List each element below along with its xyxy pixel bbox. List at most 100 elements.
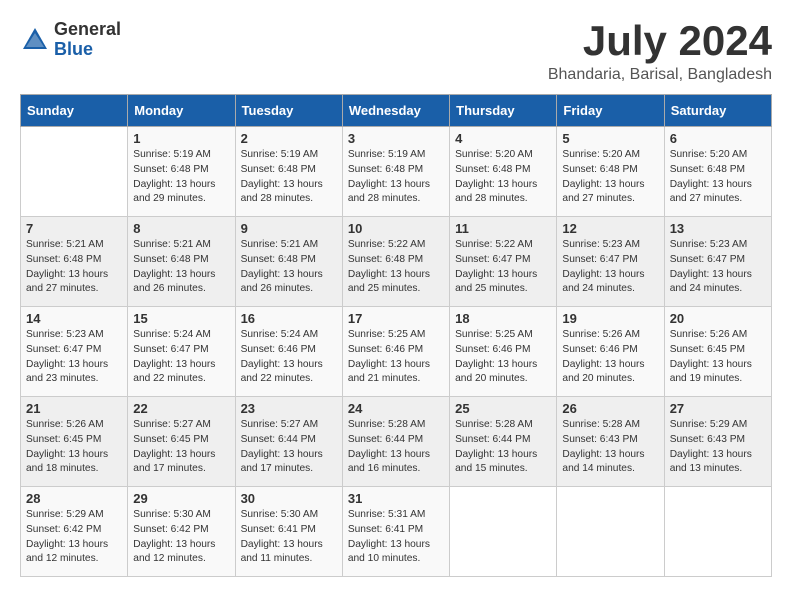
day-number: 2 xyxy=(241,131,337,146)
day-number: 15 xyxy=(133,311,229,326)
day-number: 1 xyxy=(133,131,229,146)
calendar-cell: 25 Sunrise: 5:28 AMSunset: 6:44 PMDayligh… xyxy=(450,397,557,487)
cell-content: Sunrise: 5:25 AMSunset: 6:46 PMDaylight:… xyxy=(455,328,551,387)
cell-content: Sunrise: 5:19 AMSunset: 6:48 PMDaylight:… xyxy=(241,148,337,207)
cell-content: Sunrise: 5:24 AMSunset: 6:47 PMDaylight:… xyxy=(133,328,229,387)
calendar-cell: 3 Sunrise: 5:19 AMSunset: 6:48 PMDaylight… xyxy=(342,127,449,217)
cell-content: Sunrise: 5:30 AMSunset: 6:41 PMDaylight:… xyxy=(241,508,337,567)
day-number: 31 xyxy=(348,491,444,506)
day-header-friday: Friday xyxy=(557,95,664,127)
cell-content: Sunrise: 5:23 AMSunset: 6:47 PMDaylight:… xyxy=(562,238,658,297)
cell-content: Sunrise: 5:21 AMSunset: 6:48 PMDaylight:… xyxy=(241,238,337,297)
calendar-cell xyxy=(21,127,128,217)
calendar-cell: 31 Sunrise: 5:31 AMSunset: 6:41 PMDayligh… xyxy=(342,487,449,577)
cell-content: Sunrise: 5:20 AMSunset: 6:48 PMDaylight:… xyxy=(562,148,658,207)
calendar-cell: 19Sunrise: 5:26 AMSunset: 6:46 PMDayligh… xyxy=(557,307,664,397)
calendar-week-row: 1 Sunrise: 5:19 AMSunset: 6:48 PMDaylight… xyxy=(21,127,772,217)
day-number: 11 xyxy=(455,221,551,236)
day-number: 22 xyxy=(133,401,229,416)
logo-icon xyxy=(20,25,50,55)
cell-content: Sunrise: 5:31 AMSunset: 6:41 PMDaylight:… xyxy=(348,508,444,567)
calendar-cell: 13Sunrise: 5:23 AMSunset: 6:47 PMDayligh… xyxy=(664,217,771,307)
cell-content: Sunrise: 5:21 AMSunset: 6:48 PMDaylight:… xyxy=(133,238,229,297)
cell-content: Sunrise: 5:19 AMSunset: 6:48 PMDaylight:… xyxy=(348,148,444,207)
calendar-cell: 8 Sunrise: 5:21 AMSunset: 6:48 PMDaylight… xyxy=(128,217,235,307)
calendar-cell: 7 Sunrise: 5:21 AMSunset: 6:48 PMDaylight… xyxy=(21,217,128,307)
day-header-monday: Monday xyxy=(128,95,235,127)
calendar-cell: 4 Sunrise: 5:20 AMSunset: 6:48 PMDaylight… xyxy=(450,127,557,217)
day-header-sunday: Sunday xyxy=(21,95,128,127)
location: Bhandaria, Barisal, Bangladesh xyxy=(548,66,772,84)
calendar-cell: 20 Sunrise: 5:26 AMSunset: 6:45 PMDayligh… xyxy=(664,307,771,397)
calendar-cell: 12 Sunrise: 5:23 AMSunset: 6:47 PMDayligh… xyxy=(557,217,664,307)
day-header-wednesday: Wednesday xyxy=(342,95,449,127)
day-number: 3 xyxy=(348,131,444,146)
calendar-cell: 5 Sunrise: 5:20 AMSunset: 6:48 PMDaylight… xyxy=(557,127,664,217)
calendar-cell: 29Sunrise: 5:30 AMSunset: 6:42 PMDayligh… xyxy=(128,487,235,577)
cell-content: Sunrise: 5:28 AMSunset: 6:43 PMDaylight:… xyxy=(562,418,658,477)
calendar-cell xyxy=(450,487,557,577)
calendar-cell: 1Sunrise: 5:19 AMSunset: 6:48 PMDaylight… xyxy=(128,127,235,217)
day-number: 10 xyxy=(348,221,444,236)
calendar-week-row: 21 Sunrise: 5:26 AMSunset: 6:45 PMDayligh… xyxy=(21,397,772,487)
cell-content: Sunrise: 5:20 AMSunset: 6:48 PMDaylight:… xyxy=(670,148,766,207)
calendar-week-row: 7 Sunrise: 5:21 AMSunset: 6:48 PMDaylight… xyxy=(21,217,772,307)
calendar-header-row: SundayMondayTuesdayWednesdayThursdayFrid… xyxy=(21,95,772,127)
day-number: 13 xyxy=(670,221,766,236)
month-year: July 2024 xyxy=(548,20,772,62)
day-header-thursday: Thursday xyxy=(450,95,557,127)
calendar-cell: 28Sunrise: 5:29 AMSunset: 6:42 PMDayligh… xyxy=(21,487,128,577)
day-number: 27 xyxy=(670,401,766,416)
cell-content: Sunrise: 5:26 AMSunset: 6:45 PMDaylight:… xyxy=(670,328,766,387)
calendar-cell: 11 Sunrise: 5:22 AMSunset: 6:47 PMDayligh… xyxy=(450,217,557,307)
calendar-week-row: 14Sunrise: 5:23 AMSunset: 6:47 PMDayligh… xyxy=(21,307,772,397)
day-number: 19 xyxy=(562,311,658,326)
day-number: 23 xyxy=(241,401,337,416)
cell-content: Sunrise: 5:29 AMSunset: 6:43 PMDaylight:… xyxy=(670,418,766,477)
calendar-cell: 6 Sunrise: 5:20 AMSunset: 6:48 PMDaylight… xyxy=(664,127,771,217)
day-number: 8 xyxy=(133,221,229,236)
cell-content: Sunrise: 5:27 AMSunset: 6:44 PMDaylight:… xyxy=(241,418,337,477)
cell-content: Sunrise: 5:26 AMSunset: 6:45 PMDaylight:… xyxy=(26,418,122,477)
day-number: 21 xyxy=(26,401,122,416)
day-number: 6 xyxy=(670,131,766,146)
day-number: 9 xyxy=(241,221,337,236)
day-header-tuesday: Tuesday xyxy=(235,95,342,127)
day-header-saturday: Saturday xyxy=(664,95,771,127)
cell-content: Sunrise: 5:22 AMSunset: 6:47 PMDaylight:… xyxy=(455,238,551,297)
cell-content: Sunrise: 5:21 AMSunset: 6:48 PMDaylight:… xyxy=(26,238,122,297)
day-number: 12 xyxy=(562,221,658,236)
day-number: 16 xyxy=(241,311,337,326)
cell-content: Sunrise: 5:24 AMSunset: 6:46 PMDaylight:… xyxy=(241,328,337,387)
cell-content: Sunrise: 5:20 AMSunset: 6:48 PMDaylight:… xyxy=(455,148,551,207)
day-number: 18 xyxy=(455,311,551,326)
header: General Blue July 2024 Bhandaria, Barisa… xyxy=(20,20,772,84)
logo-blue-text: Blue xyxy=(54,40,121,60)
day-number: 24 xyxy=(348,401,444,416)
calendar-cell xyxy=(664,487,771,577)
calendar-cell: 14Sunrise: 5:23 AMSunset: 6:47 PMDayligh… xyxy=(21,307,128,397)
calendar-cell: 23 Sunrise: 5:27 AMSunset: 6:44 PMDayligh… xyxy=(235,397,342,487)
day-number: 5 xyxy=(562,131,658,146)
day-number: 7 xyxy=(26,221,122,236)
day-number: 20 xyxy=(670,311,766,326)
calendar-cell: 21 Sunrise: 5:26 AMSunset: 6:45 PMDayligh… xyxy=(21,397,128,487)
calendar-cell: 9 Sunrise: 5:21 AMSunset: 6:48 PMDaylight… xyxy=(235,217,342,307)
calendar-cell: 24Sunrise: 5:28 AMSunset: 6:44 PMDayligh… xyxy=(342,397,449,487)
calendar-cell: 27 Sunrise: 5:29 AMSunset: 6:43 PMDayligh… xyxy=(664,397,771,487)
day-number: 25 xyxy=(455,401,551,416)
day-number: 30 xyxy=(241,491,337,506)
logo: General Blue xyxy=(20,20,121,60)
cell-content: Sunrise: 5:27 AMSunset: 6:45 PMDaylight:… xyxy=(133,418,229,477)
day-number: 28 xyxy=(26,491,122,506)
calendar-cell: 22 Sunrise: 5:27 AMSunset: 6:45 PMDayligh… xyxy=(128,397,235,487)
calendar-table: SundayMondayTuesdayWednesdayThursdayFrid… xyxy=(20,94,772,577)
day-number: 26 xyxy=(562,401,658,416)
day-number: 4 xyxy=(455,131,551,146)
title-area: July 2024 Bhandaria, Barisal, Bangladesh xyxy=(548,20,772,84)
cell-content: Sunrise: 5:22 AMSunset: 6:48 PMDaylight:… xyxy=(348,238,444,297)
calendar-cell: 26 Sunrise: 5:28 AMSunset: 6:43 PMDayligh… xyxy=(557,397,664,487)
calendar-cell: 30 Sunrise: 5:30 AMSunset: 6:41 PMDayligh… xyxy=(235,487,342,577)
cell-content: Sunrise: 5:28 AMSunset: 6:44 PMDaylight:… xyxy=(455,418,551,477)
calendar-cell: 18 Sunrise: 5:25 AMSunset: 6:46 PMDayligh… xyxy=(450,307,557,397)
